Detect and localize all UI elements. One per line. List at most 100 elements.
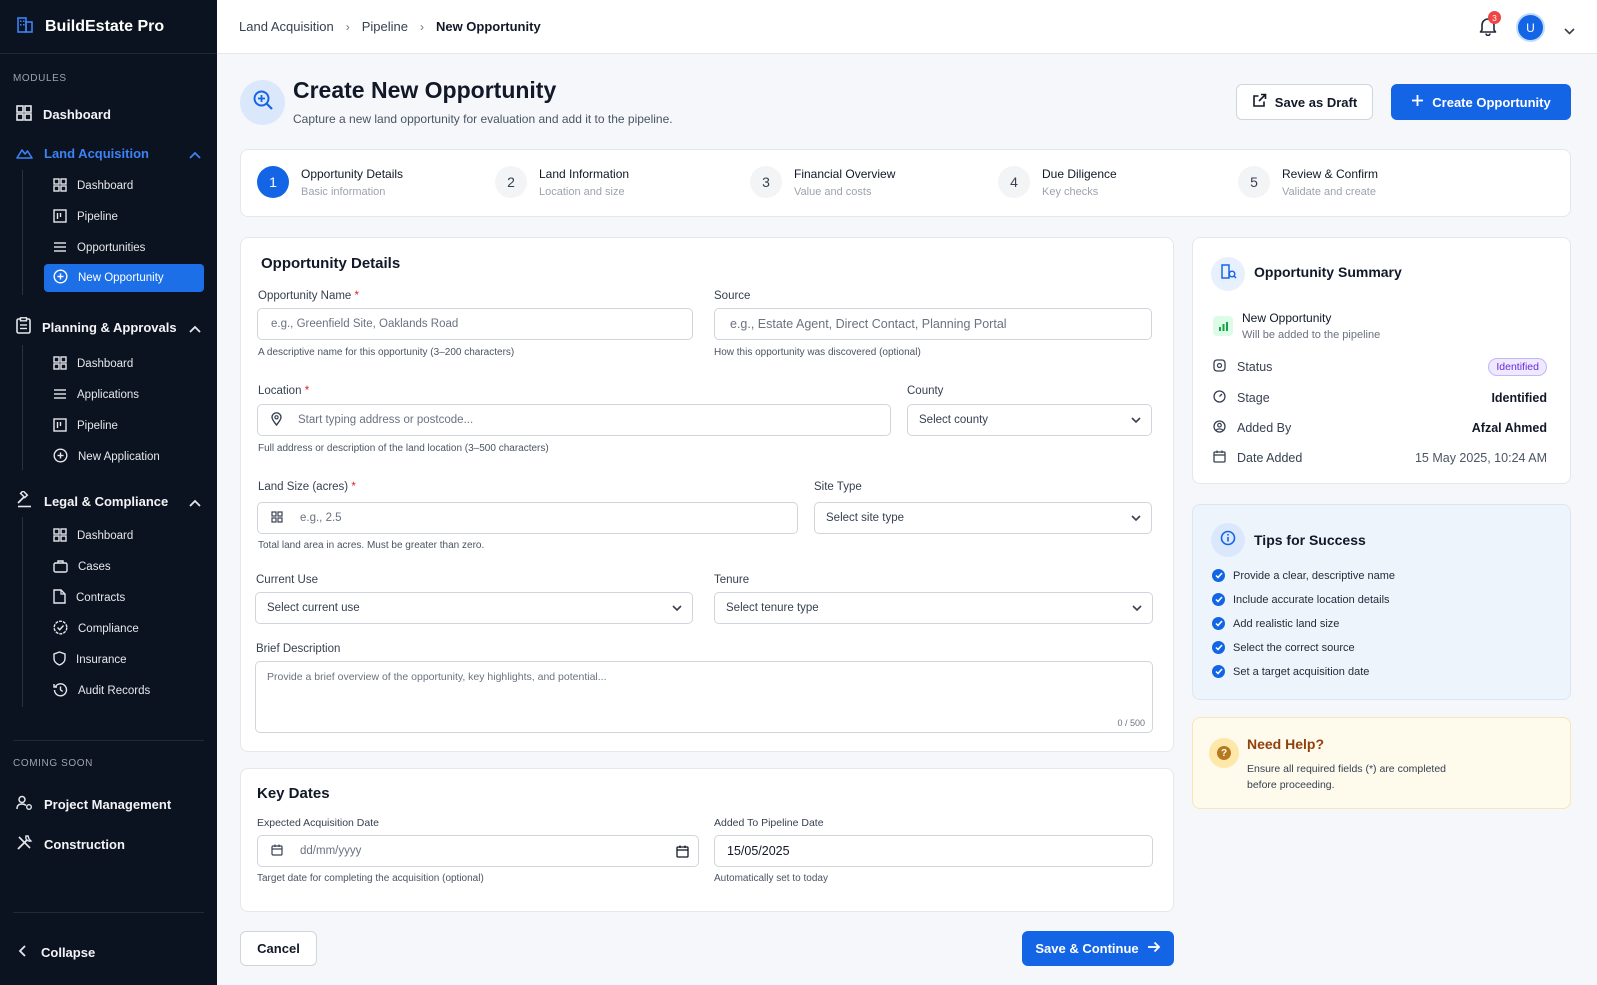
save-continue-button[interactable]: Save & Continue [1022,931,1174,966]
subnav-label: Dashboard [77,530,134,542]
input-value: 15/05/2025 [727,844,790,858]
source-input[interactable]: e.g., Estate Agent, Direct Contact, Plan… [714,308,1152,340]
nav-project-management[interactable]: Project Management [0,789,217,819]
clipboard-icon [16,317,31,337]
subnav-legal-cases[interactable]: Cases [44,553,204,581]
tip-item: Provide a clear, descriptive name [1212,569,1395,582]
tree-line [22,170,23,295]
added-date-input[interactable]: 15/05/2025 [714,835,1153,867]
save-draft-button[interactable]: Save as Draft [1236,84,1373,120]
location-label: Location * [258,385,310,397]
subnav-land-pipeline[interactable]: Pipeline [44,203,204,231]
expected-date-input[interactable]: dd/mm/yyyy [257,835,699,867]
current-use-label: Current Use [256,574,318,586]
step-number: 5 [1238,166,1270,198]
nav-planning-approvals[interactable]: Planning & Approvals [0,312,217,342]
subnav-label: Audit Records [78,685,151,697]
info-icon [1220,530,1236,551]
char-count: 0 / 500 [1117,718,1145,728]
help-text-line2: before proceeding. [1247,779,1335,791]
opportunity-name-hint: A descriptive name for this opportunity … [258,347,515,358]
current-use-select[interactable]: Select current use [255,592,693,624]
county-select[interactable]: Select county [907,404,1152,436]
nav-label: Project Management [44,796,172,812]
subnav-land-dashboard[interactable]: Dashboard [44,172,204,200]
step-title: Financial Overview [794,166,896,181]
create-opportunity-button[interactable]: Create Opportunity [1391,84,1571,120]
calendar-picker-icon[interactable] [676,845,689,861]
grid-icon [53,355,67,373]
check-circle-icon [1212,641,1225,654]
subnav-label: Cases [78,561,111,573]
subnav-label: Contracts [76,592,126,604]
step-title: Review & Confirm [1282,166,1379,181]
opportunity-summary-card: Opportunity Summary New Opportunity Will… [1192,237,1571,484]
added-date-label: Added To Pipeline Date [714,817,824,829]
step-1[interactable]: 1 Opportunity Details Basic information [257,166,403,198]
step-subtitle: Key checks [1042,185,1099,198]
step-2[interactable]: 2 Land Information Location and size [495,166,629,198]
calendar-icon [1213,450,1237,466]
step-3[interactable]: 3 Financial Overview Value and costs [750,166,895,198]
step-title: Opportunity Details [301,166,404,181]
grid-icon [53,527,67,545]
breadcrumb: Land Acquisition › Pipeline › New Opport… [217,19,541,34]
description-textarea[interactable]: Provide a brief overview of the opportun… [255,661,1153,733]
page-subtitle: Capture a new land opportunity for evalu… [293,112,673,126]
site-type-select[interactable]: Select site type [814,502,1152,534]
help-text-line1: Ensure all required fields (*) are compl… [1247,763,1447,775]
step-number: 4 [998,166,1030,198]
help-card: ? Need Help? Ensure all required fields … [1192,717,1571,809]
tips-icon-badge [1211,523,1245,557]
nav-legal-compliance[interactable]: Legal & Compliance [0,486,217,516]
step-subtitle: Validate and create [1282,185,1376,198]
subnav-legal-dashboard[interactable]: Dashboard [44,522,204,550]
brand[interactable]: BuildEstate Pro [0,0,217,54]
tenure-select[interactable]: Select tenure type [714,592,1153,624]
nav-construction[interactable]: Construction [0,829,217,859]
gavel-icon [16,489,33,511]
chevron-down-icon[interactable] [1564,22,1575,40]
subnav-land-new-opportunity[interactable]: New Opportunity [44,264,204,292]
avatar[interactable]: U [1516,13,1545,42]
land-size-input[interactable]: e.g., 2.5 [257,502,798,534]
nav-label: Dashboard [43,106,111,122]
breadcrumb-pipeline[interactable]: Pipeline [362,19,408,34]
breadcrumb-land-acquisition[interactable]: Land Acquisition [239,19,334,34]
subnav-label: Insurance [76,654,127,666]
opportunity-name-input[interactable]: e.g., Greenfield Site, Oaklands Road [257,308,693,340]
expected-date-label: Expected Acquisition Date [257,817,379,829]
land-size-hint: Total land area in acres. Must be greate… [258,540,485,551]
subnav-planning-applications[interactable]: Applications [44,381,204,409]
nav-land-acquisition[interactable]: Land Acquisition [0,138,217,168]
input-placeholder: e.g., Greenfield Site, Oaklands Road [271,318,459,330]
location-input[interactable]: Start typing address or postcode... [257,404,891,436]
subnav-legal-contracts[interactable]: Contracts [44,584,204,612]
subnav-planning-pipeline[interactable]: Pipeline [44,412,204,440]
search-plus-icon [252,89,274,116]
nav-dashboard[interactable]: Dashboard [0,99,217,129]
step-5[interactable]: 5 Review & Confirm Validate and create [1238,166,1378,198]
step-4[interactable]: 4 Due Diligence Key checks [998,166,1117,198]
breadcrumb-current: New Opportunity [435,19,541,34]
subnav-land-opportunities[interactable]: Opportunities [44,234,204,262]
subnav-legal-insurance[interactable]: Insurance [44,646,204,674]
list-icon [53,387,67,404]
expected-date-hint: Target date for completing the acquisiti… [257,873,484,884]
subnav-label: Dashboard [77,180,134,192]
help-icon-badge: ? [1209,738,1239,768]
building-icon [16,15,34,38]
step-subtitle: Basic information [301,185,386,198]
building-search-icon [1220,263,1237,285]
subnav-planning-dashboard[interactable]: Dashboard [44,350,204,378]
cancel-button[interactable]: Cancel [240,931,317,966]
notification-button[interactable]: 3 [1479,11,1501,41]
subnav-legal-audit-records[interactable]: Audit Records [44,677,204,705]
external-link-icon [1252,93,1267,111]
summary-label: Stage [1237,391,1270,405]
collapse-button[interactable]: Collapse [0,937,217,967]
modules-label: MODULES [13,73,67,84]
subnav-legal-compliance[interactable]: Compliance [44,615,204,643]
tip-text: Set a target acquisition date [1233,665,1370,678]
subnav-planning-new-application[interactable]: New Application [44,443,204,471]
